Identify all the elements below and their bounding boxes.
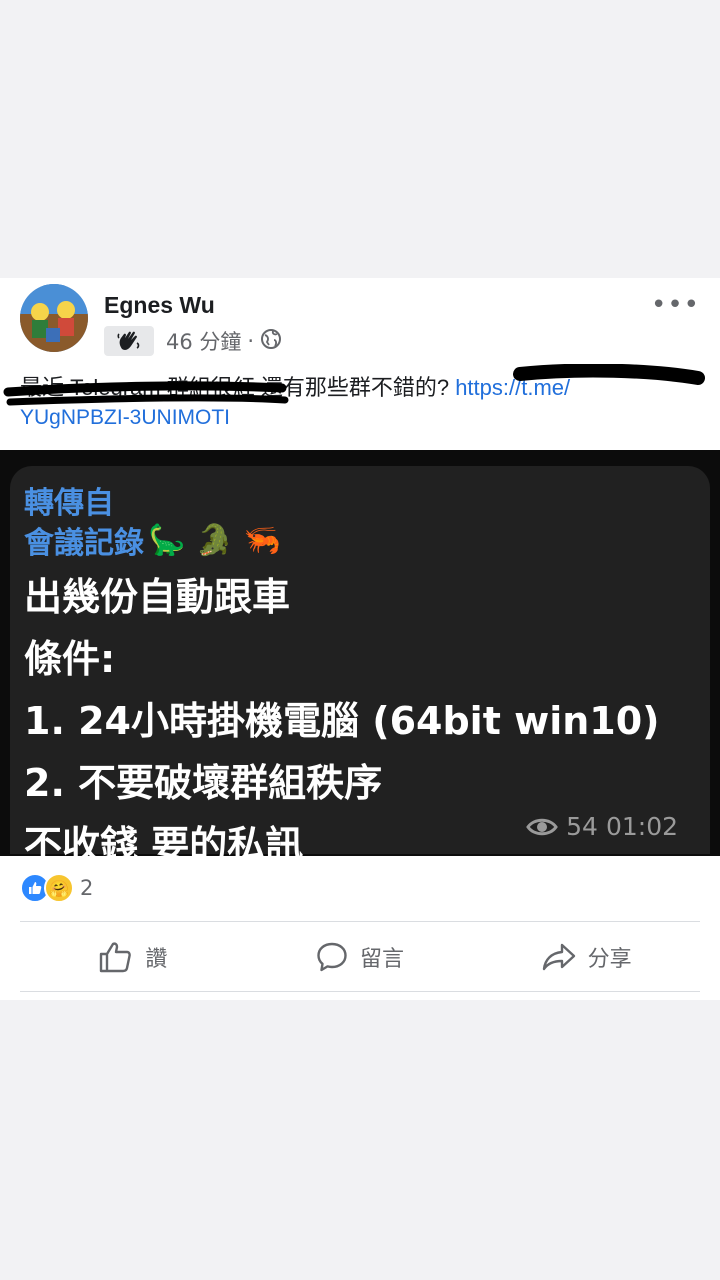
post-time[interactable]: 46 分鐘: [166, 326, 241, 356]
care-reaction-icon: 🤗: [44, 873, 74, 903]
comment-label: 留言: [360, 947, 405, 972]
author-avatar[interactable]: [20, 284, 88, 352]
animal-emojis: 🦕 🐊 🦐: [148, 522, 281, 558]
reaction-count: 2: [80, 876, 94, 900]
like-button[interactable]: 讚: [20, 924, 247, 990]
wave-hand-icon: [104, 326, 154, 356]
share-label: 分享: [587, 947, 632, 972]
share-button[interactable]: 分享: [473, 924, 700, 990]
message-views: 54 01:02: [526, 812, 678, 841]
author-name[interactable]: Egnes Wu: [104, 292, 215, 319]
thumbs-up-icon: [100, 942, 132, 973]
reactions-summary[interactable]: 🤗 2: [20, 873, 94, 903]
view-count: 54: [566, 812, 598, 841]
post-meta: 46 分鐘 ·: [104, 326, 282, 356]
divider: [20, 991, 700, 992]
bottom-background: [0, 1000, 720, 1280]
like-label: 讚: [145, 947, 168, 972]
message-line: 1. 24小時掛機電腦 (64bit win10): [24, 699, 660, 743]
more-options-icon[interactable]: •••: [651, 290, 700, 320]
message-line: 2. 不要破壞群組秩序: [24, 761, 383, 805]
post-actions: 讚 留言 分享: [20, 924, 700, 990]
meta-separator: ·: [247, 329, 255, 353]
forwarded-label: 轉傳自: [24, 486, 114, 521]
message-line: 條件:: [24, 637, 116, 681]
forwarded-source-name[interactable]: 會議記錄: [24, 518, 144, 562]
message-time: 01:02: [605, 812, 678, 841]
message-line: 出幾份自動跟車: [24, 575, 291, 619]
telegram-message-bubble: 轉傳自 會議記錄 🦕 🐊 🦐 出幾份自動跟車 條件: 1. 24小時掛機電腦 (…: [10, 466, 710, 867]
globe-icon: [260, 328, 282, 355]
share-icon: [542, 943, 575, 971]
comment-button[interactable]: 留言: [247, 924, 474, 990]
telegram-screenshot[interactable]: 轉傳自 會議記錄 🦕 🐊 🦐 出幾份自動跟車 條件: 1. 24小時掛機電腦 (…: [0, 450, 720, 867]
divider: [20, 921, 700, 922]
comment-icon: [317, 942, 347, 972]
top-background: [0, 0, 720, 278]
forwarded-from[interactable]: 會議記錄 🦕 🐊 🦐: [24, 518, 281, 562]
redaction-scribble: [3, 364, 705, 406]
eye-icon: [526, 818, 558, 835]
facebook-post: Egnes Wu 46 分鐘 · ••• 最近 Telegram 群組很紅 還有…: [0, 278, 720, 1000]
